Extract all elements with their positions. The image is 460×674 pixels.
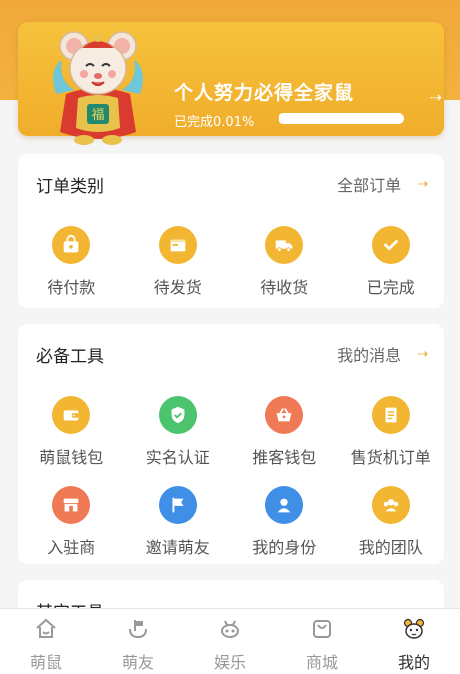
truck-icon	[265, 226, 304, 264]
orders-grid: 待付款 待发货 待收货 已完成	[18, 226, 444, 298]
wallet-icon	[52, 396, 91, 434]
tool-vending-orders[interactable]: 售货机订单	[338, 396, 445, 468]
tool-mouse-wallet[interactable]: 萌鼠钱包	[18, 396, 125, 468]
verified-icon	[158, 396, 197, 434]
tool-label: 邀请萌友	[145, 538, 210, 557]
nav-label: 商城	[305, 653, 338, 672]
order-completed[interactable]: 已完成	[338, 226, 445, 298]
document-icon	[371, 396, 410, 434]
arrow-right-icon: ⇢	[417, 346, 428, 362]
nav-label: 萌鼠	[29, 653, 62, 672]
nav-label: 萌友	[121, 653, 154, 672]
goal-banner[interactable]: 福 个人努力必得全家鼠 已完成0.01% ⇢	[18, 22, 444, 145]
profile-mouse-icon	[402, 617, 426, 645]
order-label: 待收货	[260, 278, 309, 297]
orders-title: 订单类别	[36, 177, 104, 197]
tools-card: 必备工具 我的消息 ⇢ 萌鼠钱包 实名认证 推客钱包 售货机订单 入驻商 邀请萌…	[18, 324, 444, 564]
tools-row-2: 入驻商 邀请萌友 我的身份 我的团队	[18, 486, 444, 558]
tool-label: 入驻商	[47, 538, 96, 557]
progress-bar	[278, 113, 404, 124]
progress-fill	[278, 113, 280, 124]
tool-my-team[interactable]: 我的团队	[338, 486, 445, 558]
tools-title: 必备工具	[36, 347, 104, 367]
nav-item-friends[interactable]: 萌友	[92, 609, 184, 674]
wallet-bag-icon	[52, 226, 91, 264]
nav-item-shop[interactable]: 商城	[276, 609, 368, 674]
tool-invite-friends[interactable]: 邀请萌友	[125, 486, 232, 558]
tool-real-name-verification[interactable]: 实名认证	[125, 396, 232, 468]
svg-text:福: 福	[91, 108, 104, 123]
nav-item-home[interactable]: 萌鼠	[0, 609, 92, 674]
tool-label: 推客钱包	[252, 448, 317, 467]
all-orders-label: 全部订单	[337, 176, 402, 195]
order-label: 待发货	[153, 278, 202, 297]
tool-label: 萌鼠钱包	[39, 448, 104, 467]
tool-my-identity[interactable]: 我的身份	[231, 486, 338, 558]
tools-row-1: 萌鼠钱包 实名认证 推客钱包 售货机订单	[18, 396, 444, 468]
nav-label: 我的	[397, 653, 430, 672]
all-orders-link[interactable]: 全部订单 ⇢	[337, 172, 428, 196]
nav-item-profile[interactable]: 我的	[368, 609, 460, 674]
box-icon	[158, 226, 197, 264]
check-icon	[371, 226, 410, 264]
order-pending-payment[interactable]: 待付款	[18, 226, 125, 298]
tool-label: 实名认证	[145, 448, 210, 467]
my-messages-link[interactable]: 我的消息 ⇢	[337, 342, 428, 366]
nav-label: 娱乐	[213, 653, 246, 672]
tool-label: 我的身份	[252, 538, 317, 557]
order-pending-receipt[interactable]: 待收货	[231, 226, 338, 298]
progress-text: 已完成0.01%	[174, 115, 255, 130]
flag-icon	[158, 486, 197, 524]
home-icon	[34, 617, 58, 645]
friends-icon	[126, 617, 150, 645]
arrow-right-icon: ⇢	[417, 176, 428, 192]
tool-merchant-join[interactable]: 入驻商	[18, 486, 125, 558]
my-messages-label: 我的消息	[337, 346, 402, 365]
entertainment-icon	[218, 617, 242, 645]
id-person-icon	[265, 486, 304, 524]
mascot-mouse-icon: 福	[53, 31, 143, 145]
nav-item-entertainment[interactable]: 娱乐	[184, 609, 276, 674]
order-label: 已完成	[366, 278, 415, 297]
banner-arrow-icon[interactable]: ⇢	[430, 90, 442, 106]
basket-icon	[265, 396, 304, 434]
orders-card: 订单类别 全部订单 ⇢ 待付款 待发货 待收货 已完成	[18, 154, 444, 308]
shop-icon	[310, 617, 334, 645]
order-label: 待付款	[47, 278, 96, 297]
team-icon	[371, 486, 410, 524]
order-pending-shipment[interactable]: 待发货	[125, 226, 232, 298]
store-icon	[52, 486, 91, 524]
tool-label: 我的团队	[358, 538, 423, 557]
tool-promoter-wallet[interactable]: 推客钱包	[231, 396, 338, 468]
banner-title: 个人努力必得全家鼠	[174, 82, 355, 104]
bottom-nav: 萌鼠 萌友 娱乐 商城 我的	[0, 608, 460, 674]
tool-label: 售货机订单	[350, 448, 431, 467]
